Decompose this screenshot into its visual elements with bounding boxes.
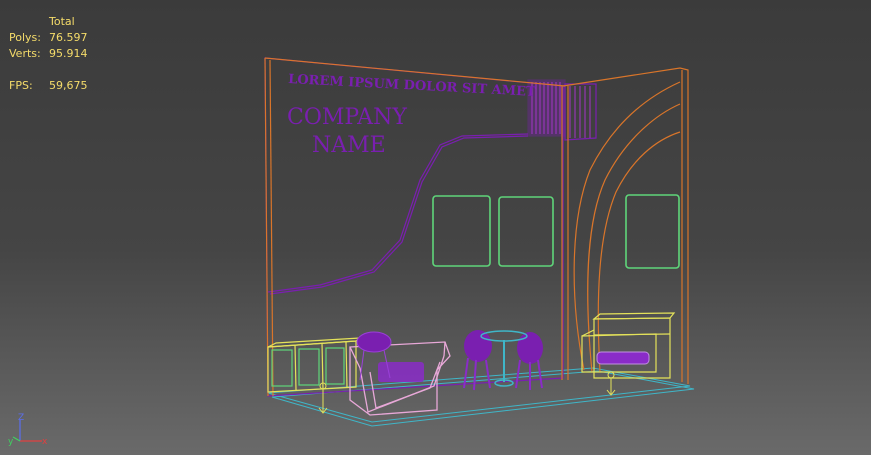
booth-slogan: LOREM IPSUM DOLOR SIT AMET: [288, 72, 536, 100]
booth-floor: [267, 367, 695, 427]
wall-picture-frames: [432, 194, 680, 269]
axis-gizmo: [12, 420, 42, 442]
left-cabinet: [267, 337, 362, 393]
perspective-viewport[interactable]: LOREM IPSUM DOLOR SIT AMET COMPANY NAME …: [0, 0, 871, 455]
right-counter-sign: [596, 351, 650, 365]
left-cabinet-doors: [271, 347, 345, 387]
right-counter-gizmo: [606, 371, 616, 396]
reception-sign: [378, 362, 424, 382]
booth-company-line2: NAME: [312, 133, 386, 158]
booth-company-line1: COMPANY: [287, 105, 407, 130]
axis-x-label: x: [42, 437, 48, 447]
axis-z-label: Z: [18, 413, 24, 423]
axis-y-label: y: [8, 437, 14, 447]
